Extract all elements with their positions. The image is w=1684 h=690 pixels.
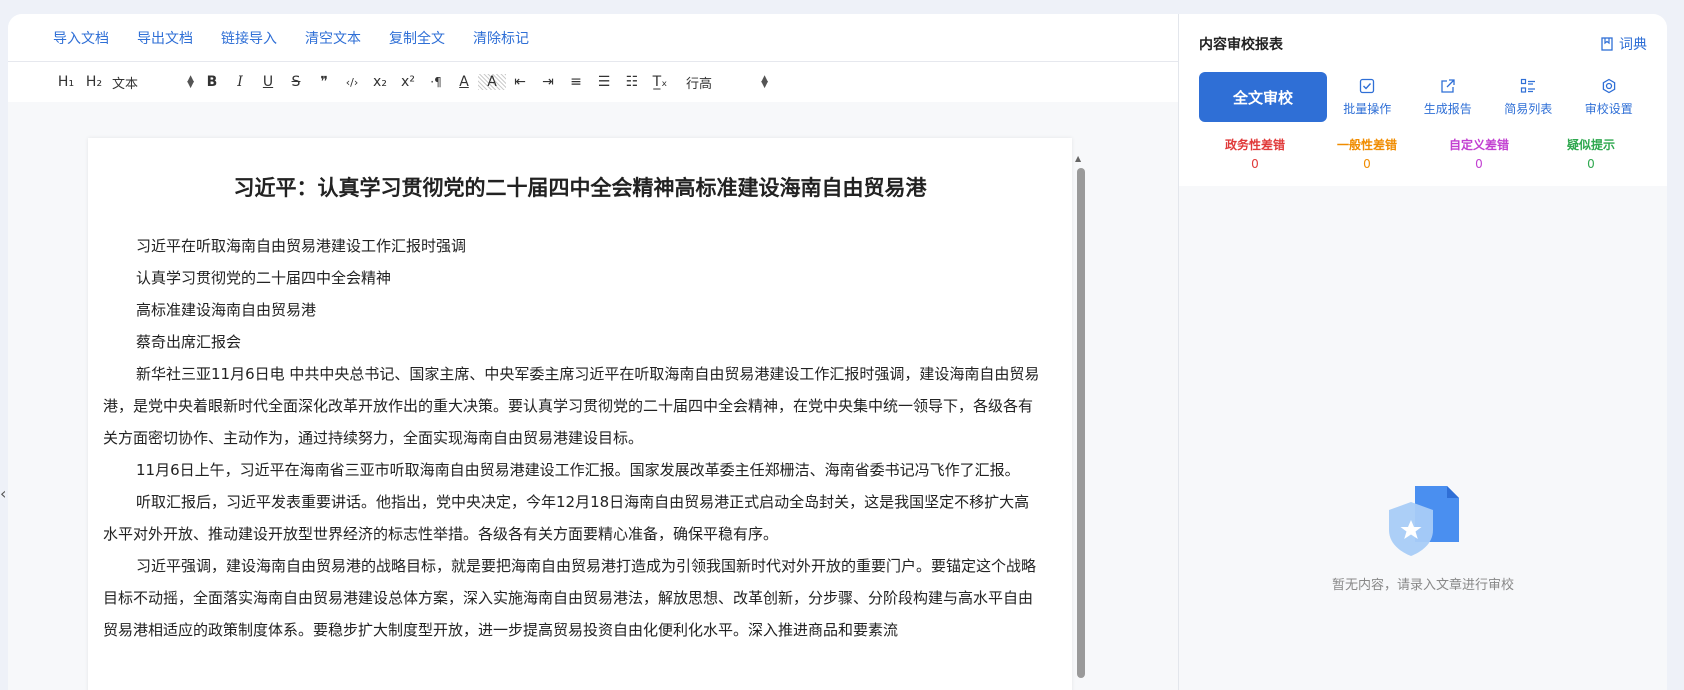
document-paragraph: 习近平在听取海南自由贸易港建设工作汇报时强调 (136, 237, 467, 255)
generate-report-button[interactable]: 生成报告 (1408, 78, 1489, 117)
strikethrough-button[interactable]: S (282, 74, 310, 90)
line-height-select[interactable]: 行高 ▲ ▼ (682, 73, 772, 92)
outdent-button[interactable]: ⇤ (506, 74, 534, 90)
stat-political-errors[interactable]: 政务性差错 0 (1199, 136, 1311, 171)
bold-button[interactable]: B (198, 74, 226, 90)
external-link-icon (1441, 78, 1455, 93)
document-paragraph: 听取汇报后，习近平发表重要讲话。他指出，党中央决定，今年12月18日海南自由贸易… (103, 493, 1030, 543)
document-title: 习近平：认真学习贯彻党的二十届四中全会精神高标准建设海南自由贸易港 (233, 176, 927, 200)
select-arrows-icon: ▲ ▼ (761, 74, 768, 90)
underline-button[interactable]: U (254, 74, 282, 90)
select-arrows-icon: ▲ ▼ (187, 74, 194, 90)
document-paragraph: 认真学习贯彻党的二十届四中全会精神 (136, 269, 392, 287)
stat-name: 自定义差错 (1448, 138, 1509, 152)
stat-count: 0 (1251, 157, 1259, 171)
document-page[interactable]: 习近平：认真学习贯彻党的二十届四中全会精神高标准建设海南自由贸易港 习近平在听取… (88, 138, 1072, 690)
import-document-button[interactable]: 导入文档 (53, 28, 109, 48)
empty-state-text: 暂无内容，请录入文章进行审校 (1331, 578, 1514, 593)
line-height-select-value: 行高 (686, 76, 713, 92)
clear-marks-button[interactable]: 清除标记 (473, 28, 529, 48)
stat-general-errors[interactable]: 一般性差错 0 (1311, 136, 1423, 171)
text-direction-button[interactable]: ·¶ (422, 75, 450, 89)
document-paragraph: 11月6日上午，习近平在海南省三亚市听取海南自由贸易港建设工作汇报。国家发展改革… (136, 461, 1020, 479)
report-title: 内容审校报表 (1199, 37, 1283, 53)
stat-suspected-hints[interactable]: 疑似提示 0 (1535, 136, 1647, 171)
stat-count: 0 (1363, 157, 1371, 171)
superscript-button[interactable]: x² (394, 74, 422, 90)
font-color-button[interactable]: A (450, 74, 478, 90)
document-paragraph: 新华社三亚11月6日电 中共中央总书记、国家主席、中央军委主席习近平在听取海南自… (103, 365, 1040, 447)
collapse-icon[interactable]: ‹ (0, 484, 6, 503)
export-document-button[interactable]: 导出文档 (137, 28, 193, 48)
code-button[interactable]: ‹/› (338, 76, 366, 89)
document-paragraph: 蔡奇出席汇报会 (136, 333, 242, 351)
heading1-button[interactable]: H₁ (52, 74, 80, 90)
error-stats: 政务性差错 0 一般性差错 0 自定义差错 0 疑似提示 0 (1179, 122, 1667, 171)
document-paragraph: 高标准建设海南自由贸易港 (136, 301, 317, 319)
empty-state: 暂无内容，请录入文章进行审校 (1179, 484, 1667, 593)
simple-list-label: 简易列表 (1504, 101, 1553, 116)
stat-name: 疑似提示 (1566, 138, 1615, 152)
clear-text-button[interactable]: 清空文本 (305, 28, 361, 48)
batch-operation-label: 批量操作 (1343, 101, 1392, 116)
dictionary-label: 词典 (1619, 37, 1647, 53)
format-select[interactable]: 文本 ▲ ▼ (108, 73, 198, 92)
dictionary-link[interactable]: 词典 (1601, 34, 1647, 54)
format-select-value: 文本 (112, 76, 139, 92)
stat-custom-errors[interactable]: 自定义差错 0 (1423, 136, 1535, 171)
background-color-button[interactable]: A (478, 74, 506, 90)
link-import-button[interactable]: 链接导入 (221, 28, 277, 48)
stat-name: 政务性差错 (1224, 138, 1285, 152)
review-settings-label: 审校设置 (1584, 101, 1633, 116)
full-review-button[interactable]: 全文审校 (1199, 72, 1327, 122)
ordered-list-button[interactable]: ☷ (618, 74, 646, 90)
empty-document-icon (1389, 486, 1459, 556)
copy-all-button[interactable]: 复制全文 (389, 28, 445, 48)
indent-button[interactable]: ⇥ (534, 74, 562, 90)
list-icon (1521, 78, 1536, 93)
clear-format-button[interactable]: T̲ₓ (646, 74, 674, 90)
review-panel: 内容审校报表 词典 全文审校 批量操作 生成报告 简易列表 审校设置 政务性差错… (1178, 14, 1667, 690)
align-button[interactable]: ≡ (562, 74, 590, 90)
checkbox-icon (1360, 78, 1375, 93)
stat-count: 0 (1587, 157, 1595, 171)
italic-button[interactable]: I (226, 74, 254, 90)
batch-operation-button[interactable]: 批量操作 (1327, 78, 1408, 117)
gear-icon (1602, 78, 1615, 93)
menu-bar: 导入文档 导出文档 链接导入 清空文本 复制全文 清除标记 (8, 14, 1178, 62)
generate-report-label: 生成报告 (1423, 101, 1472, 116)
format-toolbar: H₁ H₂ 文本 ▲ ▼ B I U S ❞ ‹/› x₂ x² ·¶ A A ⇤… (8, 62, 1178, 102)
review-settings-button[interactable]: 审校设置 (1569, 78, 1650, 117)
stat-name: 一般性差错 (1336, 138, 1397, 152)
bullet-list-button[interactable]: ☰ (590, 74, 618, 90)
stat-count: 0 (1475, 157, 1483, 171)
document-paragraph: 习近平强调，建设海南自由贸易港的战略目标，就是要把海南自由贸易港打造成为引领我国… (103, 557, 1037, 639)
simple-list-button[interactable]: 简易列表 (1488, 78, 1569, 117)
subscript-button[interactable]: x₂ (366, 74, 394, 90)
blockquote-button[interactable]: ❞ (310, 74, 338, 90)
bookmark-icon (1601, 37, 1613, 51)
scroll-up-icon[interactable]: ▲ (1075, 154, 1081, 163)
report-card: 内容审校报表 词典 全文审校 批量操作 生成报告 简易列表 审校设置 政务性差错… (1179, 14, 1667, 186)
document-scrollbar[interactable] (1077, 168, 1085, 678)
heading2-button[interactable]: H₂ (80, 74, 108, 90)
